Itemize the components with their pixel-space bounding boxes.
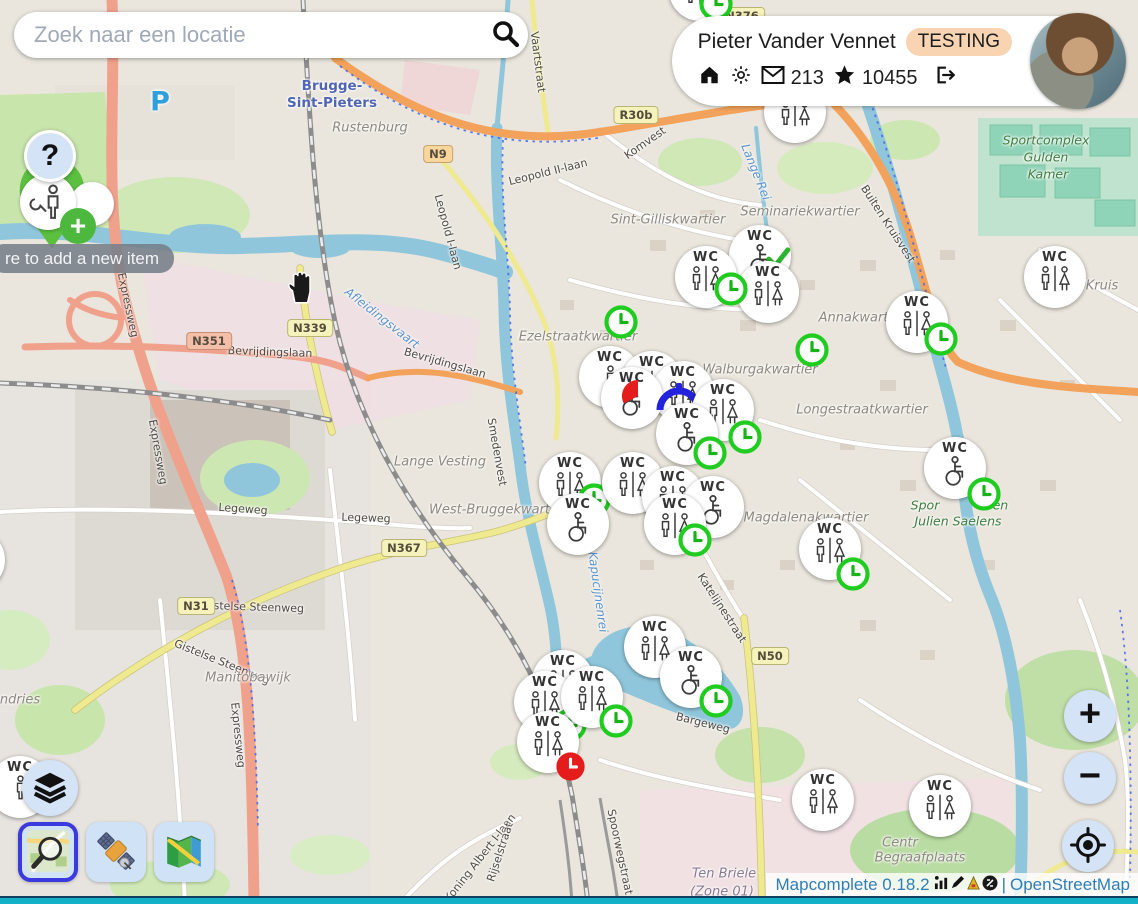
help-button[interactable]: ? — [24, 130, 76, 182]
basemap-paper-map-button[interactable] — [154, 822, 214, 882]
clock-green-badge — [836, 557, 870, 591]
add-plus-button[interactable]: + — [60, 208, 96, 244]
clock-green-badge — [599, 704, 633, 738]
add-item-tooltip: re to add a new item — [0, 244, 174, 273]
clock-green-badge — [728, 420, 762, 454]
zoom-out-button[interactable]: − — [1064, 752, 1116, 804]
osm-map-magnifier-icon — [26, 829, 70, 876]
geolocate-button[interactable] — [1062, 820, 1114, 872]
plus-icon: + — [1079, 695, 1101, 733]
messages-count: 213 — [791, 67, 824, 90]
clock-green-badge[interactable] — [604, 305, 638, 339]
osm-attribution-link[interactable]: OpenStreetMap — [1010, 875, 1130, 895]
logout-icon[interactable] — [933, 64, 957, 92]
basemap-osm-button[interactable] — [18, 822, 78, 882]
minus-icon: − — [1079, 757, 1101, 795]
community-icon[interactable] — [982, 875, 998, 896]
search-icon — [490, 19, 520, 52]
attribution-bar: Mapcomplete 0.18.2 | OpenStreetMap — [766, 873, 1138, 897]
satellite-icon — [95, 830, 137, 875]
map-marker-wheelchair[interactable]: WC — [656, 403, 718, 465]
search-bar — [14, 12, 528, 58]
mapcomplete-app: PBrugge-Sint-PietersRustenburgVaartstraa… — [0, 0, 1138, 904]
layers-icon — [31, 768, 69, 809]
clock-green-badge — [967, 477, 1001, 511]
app-version[interactable]: Mapcomplete 0.18.2 — [776, 875, 930, 895]
map-marker-pair[interactable]: WC — [909, 775, 971, 837]
avatar[interactable] — [1030, 13, 1126, 109]
star-count: 10455 — [862, 67, 918, 90]
map-marker-pair[interactable]: WC — [799, 518, 861, 580]
clock-green-badge — [924, 322, 958, 356]
map-marker-pair[interactable]: WC — [792, 769, 854, 831]
map-marker-wheelchair[interactable]: WC — [924, 437, 986, 499]
basemap-style-row — [18, 822, 214, 882]
user-name: Pieter Vander Vennet — [698, 30, 896, 54]
testing-badge: TESTING — [906, 28, 1012, 56]
map-marker-pair[interactable]: WC — [644, 493, 706, 555]
clock-green-badge[interactable] — [714, 272, 748, 306]
clock-red-badge — [555, 751, 589, 785]
clock-green-badge — [678, 523, 712, 557]
user-panel[interactable]: Pieter Vander Vennet TESTING 213 — [672, 16, 1124, 106]
basemap-satellite-button[interactable] — [86, 822, 146, 882]
bottom-theme-bar — [0, 896, 1138, 904]
layers-button[interactable] — [22, 760, 78, 816]
map-marker-pair[interactable]: WC — [517, 711, 579, 773]
map-marker-wheelchair[interactable]: WC — [660, 646, 722, 708]
folded-map-icon — [163, 830, 205, 875]
map-marker-pair[interactable]: WC — [0, 529, 5, 591]
map-marker-pair[interactable]: WC — [886, 291, 948, 353]
edit-pen-icon[interactable] — [950, 875, 965, 895]
clock-green-badge — [699, 684, 733, 718]
star-icon[interactable] — [833, 64, 856, 92]
pan-hand-cursor — [286, 270, 316, 309]
map-marker-pair[interactable]: WC — [1024, 246, 1086, 308]
theme-icon[interactable] — [966, 875, 981, 895]
search-button[interactable] — [482, 12, 528, 58]
map-markers-layer: WCWCWCWCWCWCWCWCWCWCWCWCWCWCWCWCWCWCWCWC… — [0, 0, 1138, 904]
messages-envelope-icon[interactable] — [761, 65, 785, 91]
zoom-in-button[interactable]: + — [1064, 690, 1116, 742]
home-icon[interactable] — [698, 64, 721, 92]
map-marker-wheelchair[interactable]: WC — [547, 493, 609, 555]
settings-gear-icon[interactable] — [730, 64, 752, 92]
contributor-stats-icon[interactable] — [934, 875, 949, 895]
search-input[interactable] — [14, 22, 482, 48]
clock-green-badge[interactable] — [795, 333, 829, 367]
clock-green-badge — [693, 436, 727, 470]
crosshair-icon — [1070, 827, 1106, 866]
attribution-divider: | — [1002, 875, 1006, 895]
